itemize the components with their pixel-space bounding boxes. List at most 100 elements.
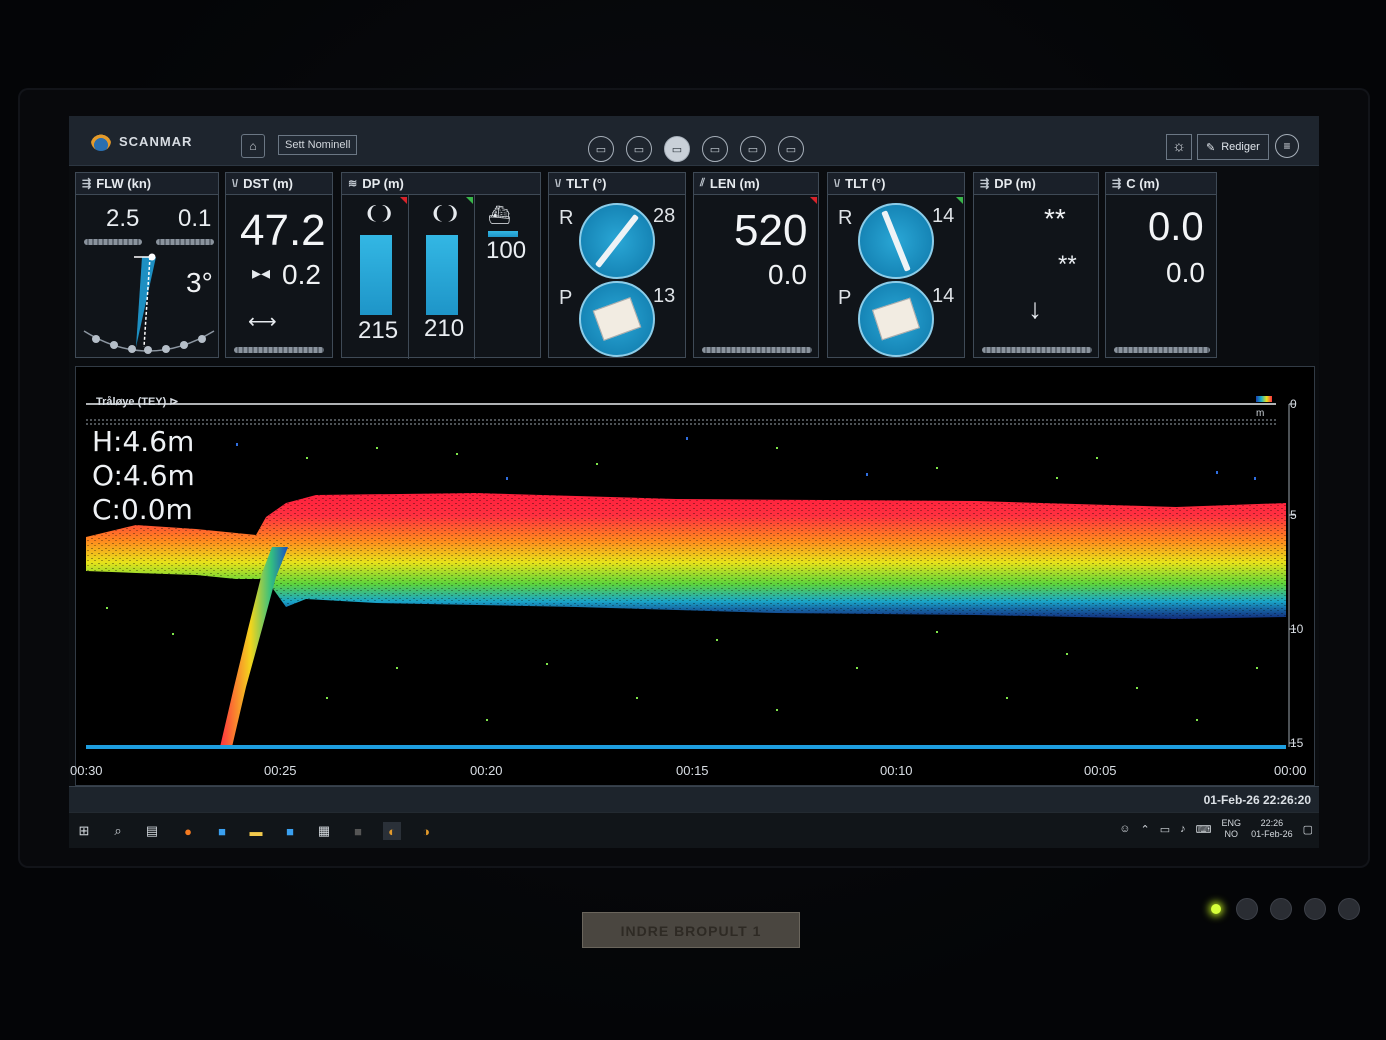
panel-flw[interactable]: ⇶ FLW (kn) 2.5 0.1 3° bbox=[75, 172, 219, 358]
left-door-icon: ❨❩ bbox=[364, 203, 395, 223]
panel-title: FLW (kn) bbox=[96, 176, 152, 191]
language-code: ENG bbox=[1221, 818, 1242, 828]
keyboard-layout: NO bbox=[1224, 829, 1239, 839]
panel-dp-single[interactable]: ⇶ DP (m) ** ** ↓ bbox=[973, 172, 1099, 358]
flow-bar-left bbox=[84, 239, 142, 245]
app-window-icon[interactable]: ■ bbox=[213, 822, 231, 840]
catch-change: 0.0 bbox=[1166, 257, 1205, 288]
readout-height: H:4.6m bbox=[92, 425, 195, 458]
panel-len[interactable]: ⫽ LEN (m) 520 0.0 bbox=[693, 172, 819, 358]
search-icon[interactable]: ⌕ bbox=[109, 822, 127, 840]
panel-dst[interactable]: \/ DST (m) 47.2 ▸◂ 0.2 ⟷ bbox=[225, 172, 333, 358]
spread-arrow-icon: ⟷ bbox=[248, 311, 277, 333]
system-tray: ☺ ⌃ ▭ ♪ ⌨ ENG NO 22:26 01-Feb-26 ▢ bbox=[1119, 818, 1313, 840]
left-door-depth: 215 bbox=[358, 317, 399, 344]
view-tab-6-monitor-icon[interactable]: ▭ bbox=[778, 136, 804, 162]
brightness-icon[interactable]: ☼ bbox=[1166, 134, 1192, 160]
pitch-label: P bbox=[838, 287, 852, 309]
app-icon[interactable]: ■ bbox=[349, 822, 367, 840]
panel-header: \/ TLT (°) bbox=[828, 173, 964, 195]
flow-angle-diagram bbox=[83, 253, 215, 354]
echogram[interactable]: Tråløye (TEY) ⊳ m H:4.6m O:4.6m C:0.0m 0… bbox=[70, 366, 1315, 786]
pencil-icon: ✎ bbox=[1206, 141, 1216, 154]
view-tab-5-monitor-icon[interactable]: ▭ bbox=[740, 136, 766, 162]
panel-c[interactable]: ⇶ C (m) 0.0 0.0 bbox=[1105, 172, 1217, 358]
taskbar-clock[interactable]: 22:26 01-Feb-26 bbox=[1251, 818, 1293, 840]
network-icon[interactable]: ▭ bbox=[1160, 823, 1170, 836]
roll-dial-icon bbox=[579, 203, 655, 279]
firefox-icon[interactable]: ● bbox=[179, 822, 197, 840]
panel-baseline bbox=[1114, 347, 1210, 353]
time-tick: 00:25 bbox=[264, 763, 297, 778]
ship-icon: ⛴ bbox=[488, 205, 511, 225]
panel-title: TLT (°) bbox=[566, 176, 607, 191]
pitch-label: P bbox=[559, 287, 573, 309]
panel-header: ⫽ LEN (m) bbox=[694, 173, 818, 195]
edit-button[interactable]: ✎ Rediger bbox=[1197, 134, 1269, 160]
roll-value: 14 bbox=[932, 205, 955, 227]
keyboard-icon[interactable]: ⌨ bbox=[1196, 823, 1212, 836]
panel-title: DP (m) bbox=[994, 176, 1036, 191]
windows-start-icon[interactable]: ⊞ bbox=[75, 822, 93, 840]
monitor-button[interactable] bbox=[1270, 898, 1292, 920]
panel-tilt-2[interactable]: \/ TLT (°) R 14 P 14 bbox=[827, 172, 965, 358]
depth-value: ** bbox=[1044, 203, 1066, 234]
scanmar-app-icon[interactable]: ◐ bbox=[383, 822, 401, 840]
panel-header: ⇶ FLW (kn) bbox=[76, 173, 218, 195]
file-explorer-icon[interactable]: ▬ bbox=[247, 822, 265, 840]
scanmar-logo: SCANMAR bbox=[91, 131, 192, 151]
flow-forward-value: 2.5 bbox=[106, 205, 140, 232]
tray-expand-icon[interactable]: ⌃ bbox=[1141, 823, 1150, 836]
color-scale-icon[interactable] bbox=[1256, 396, 1272, 402]
pitch-dial-icon bbox=[579, 281, 655, 357]
document-icon[interactable]: ▦ bbox=[315, 822, 333, 840]
ship-depth-value: 100 bbox=[486, 237, 527, 264]
right-depth-bar bbox=[426, 235, 458, 315]
converge-icon: ▸◂ bbox=[252, 263, 271, 283]
people-icon[interactable]: ☺ bbox=[1119, 823, 1130, 835]
time-tick: 00:15 bbox=[676, 763, 709, 778]
task-view-icon[interactable]: ▤ bbox=[143, 822, 161, 840]
app-screen: SCANMAR ⌂ Sett Nominell ▭ ▭ ▭ ▭ ▭ ▭ ☼ ✎ … bbox=[69, 116, 1319, 848]
status-bar: 01-Feb-26 22:26:20 bbox=[69, 786, 1319, 812]
panel-title: LEN (m) bbox=[709, 176, 760, 191]
scanmar-helper-icon[interactable]: ◑ bbox=[417, 822, 435, 840]
pitch-value: 14 bbox=[932, 285, 955, 307]
edit-button-label: Rediger bbox=[1221, 141, 1260, 153]
roll-label: R bbox=[559, 207, 574, 229]
depth-unit: m bbox=[1256, 408, 1265, 419]
readout-opening: O:4.6m bbox=[92, 459, 195, 492]
set-nominal-button[interactable]: Sett Nominell bbox=[278, 135, 358, 155]
time-tick: 00:20 bbox=[470, 763, 503, 778]
flow-bar-right bbox=[156, 239, 214, 245]
volume-icon[interactable]: ♪ bbox=[1180, 823, 1186, 835]
door-pair-icon: \/ bbox=[834, 177, 841, 190]
panel-title: C (m) bbox=[1126, 176, 1160, 191]
view-selector: ▭ ▭ ▭ ▭ ▭ ▭ bbox=[588, 136, 804, 162]
flow-angle-value: 3° bbox=[186, 267, 213, 298]
monitor-button[interactable] bbox=[1304, 898, 1326, 920]
sensor-label: Tråløye (TEY) ⊳ bbox=[96, 395, 179, 408]
view-tab-2-monitor-icon[interactable]: ▭ bbox=[626, 136, 652, 162]
monitor-button[interactable] bbox=[1236, 898, 1258, 920]
readout-catch: C:0.0m bbox=[92, 493, 193, 526]
remote-desktop-icon[interactable]: ■ bbox=[281, 822, 299, 840]
language-indicator[interactable]: ENG NO bbox=[1222, 818, 1242, 840]
panel-header: \/ TLT (°) bbox=[549, 173, 685, 195]
panel-tilt-1[interactable]: \/ TLT (°) R 28 P 13 bbox=[548, 172, 686, 358]
menu-icon[interactable]: ≡ bbox=[1275, 134, 1299, 158]
status-green-indicator bbox=[466, 197, 473, 204]
depth-tick: 5 bbox=[1290, 508, 1297, 522]
view-tab-3-monitor-icon[interactable]: ▭ bbox=[664, 136, 690, 162]
taskbar-date: 01-Feb-26 bbox=[1251, 829, 1293, 839]
panel-header: \/ DST (m) bbox=[226, 173, 332, 195]
bell-icon[interactable]: ⌂ bbox=[241, 134, 265, 158]
pitch-value: 13 bbox=[653, 285, 676, 307]
monitor-button[interactable] bbox=[1338, 898, 1360, 920]
notification-icon[interactable]: ▢ bbox=[1303, 823, 1313, 836]
view-tab-4-monitor-icon[interactable]: ▭ bbox=[702, 136, 728, 162]
panel-title: DST (m) bbox=[243, 176, 293, 191]
time-tick: 00:05 bbox=[1084, 763, 1117, 778]
view-tab-1-monitor-icon[interactable]: ▭ bbox=[588, 136, 614, 162]
panel-dp-pair[interactable]: ≋ DP (m) ❨❩ ❨❩ 215 210 ⛴ 100 bbox=[341, 172, 541, 359]
